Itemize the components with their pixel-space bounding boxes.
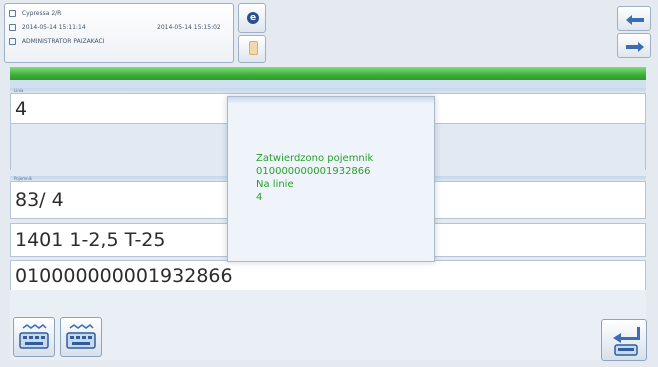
dates-row: 2014-05-14 15:11:14 2014-05-14 15:15:02 [9, 23, 231, 33]
keyboard-icon [19, 324, 49, 349]
date-start: 2014-05-14 15:11:14 [21, 24, 86, 31]
user-row: ADMINISTRATOR PAIZAKACI [9, 37, 104, 47]
info-icon: e [247, 12, 259, 24]
popup-line-2: 010000000001932866 [256, 166, 371, 177]
clipboard-button[interactable] [238, 35, 266, 63]
station-icon [9, 10, 16, 17]
popup-line-3: Na linie [256, 179, 294, 190]
session-info-panel: Cypressa 2/R 2014-05-14 15:11:14 2014-05… [4, 3, 234, 63]
station-name: Cypressa 2/R [21, 10, 62, 17]
enter-button[interactable] [601, 319, 647, 361]
status-divider [10, 80, 646, 88]
confirmation-popup[interactable]: Zatwierdzono pojemnik 010000000001932866… [227, 96, 435, 262]
popup-title-bar [228, 97, 434, 103]
container-row-3: 010000000001932866 [10, 260, 646, 292]
keyboard-button-1[interactable] [13, 317, 55, 357]
line-value: 4 [15, 97, 28, 120]
popup-line-1: Zatwierdzono pojemnik [256, 153, 374, 164]
popup-message: Zatwierdzono pojemnik 010000000001932866… [256, 152, 432, 204]
bottom-toolbar [10, 290, 646, 360]
user-icon [9, 38, 16, 45]
enter-icon [613, 327, 640, 356]
arrow-up-icon [626, 15, 644, 25]
container-barcode: 010000000001932866 [15, 265, 233, 287]
popup-line-4: 4 [256, 192, 263, 203]
arrow-down-icon [626, 42, 644, 52]
clock-icon [9, 24, 16, 31]
keyboard-button-2[interactable] [60, 317, 102, 357]
clipboard-icon [249, 41, 258, 55]
keyboard-icon [66, 324, 96, 349]
container-description: 1401 1-2,5 T-25 [15, 229, 166, 251]
user-name: ADMINISTRATOR PAIZAKACI [21, 38, 105, 45]
nav-down-button[interactable] [617, 33, 651, 58]
status-bar [10, 67, 646, 80]
date-end: 2014-05-14 15:15:02 [157, 24, 221, 31]
station-row: Cypressa 2/R [9, 9, 61, 19]
info-button[interactable]: e [238, 3, 266, 33]
nav-up-button[interactable] [617, 6, 651, 31]
container-number: 83/ 4 [15, 189, 64, 211]
